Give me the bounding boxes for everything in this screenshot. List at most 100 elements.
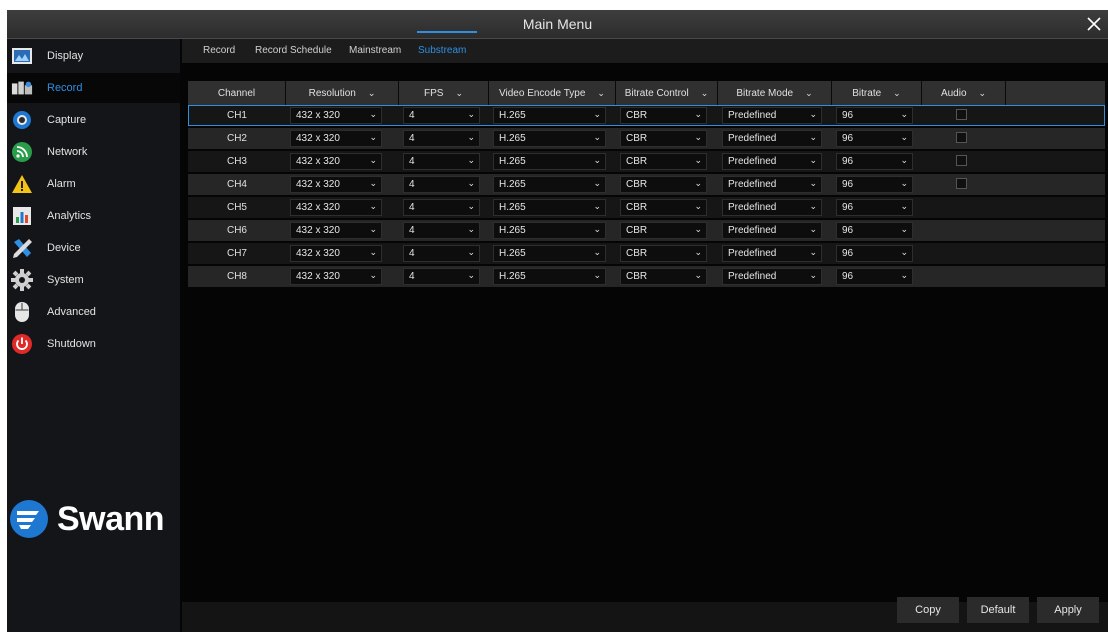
table-row[interactable]: CH6 432 x 320 ⌄ 4 ⌄ H.265 ⌄ CBR ⌄ Predefined ⌄ 96 ⌄ [188,220,1105,241]
device-icon [11,237,33,259]
video-encode-type-select[interactable]: H.265 ⌄ [493,153,606,170]
resolution-select[interactable]: 432 x 320 ⌄ [290,222,382,239]
fps-select[interactable]: 4 ⌄ [403,245,480,262]
channel-label: CH8 [226,271,247,282]
record-icon [11,77,33,99]
default-button[interactable]: Default [967,597,1029,623]
chevron-down-icon: ⌄ [809,109,817,119]
apply-button[interactable]: Apply [1037,597,1099,623]
copy-button[interactable]: Copy [897,597,959,623]
table-row[interactable]: CH1 432 x 320 ⌄ 4 ⌄ H.265 ⌄ CBR ⌄ Predefined ⌄ 96 ⌄ [188,105,1105,126]
bitrate-mode-select[interactable]: Predefined ⌄ [722,245,822,262]
bitrate-mode-select[interactable]: Predefined ⌄ [722,222,822,239]
bitrate-select[interactable]: 96 ⌄ [836,153,913,170]
bitrate-select[interactable]: 96 ⌄ [836,268,913,285]
bitrate-control-select[interactable]: CBR ⌄ [620,107,707,124]
bitrate-mode-select[interactable]: Predefined ⌄ [722,153,822,170]
bitrate-control-select[interactable]: CBR ⌄ [620,268,707,285]
bitrate-select[interactable]: 96 ⌄ [836,176,913,193]
video-encode-type-select[interactable]: H.265 ⌄ [493,222,606,239]
tab-record[interactable]: Record [203,45,235,56]
table-row[interactable]: CH2 432 x 320 ⌄ 4 ⌄ H.265 ⌄ CBR ⌄ Predefined ⌄ 96 ⌄ [188,128,1105,149]
bitrate-select[interactable]: 96 ⌄ [836,245,913,262]
bitrate-mode-select-value: Predefined [728,271,777,282]
resolution-select[interactable]: 432 x 320 ⌄ [290,153,382,170]
fps-select[interactable]: 4 ⌄ [403,107,480,124]
bitrate-mode-select-value: Predefined [728,133,777,144]
bitrate-mode-select[interactable]: Predefined ⌄ [722,107,822,124]
bitrate-select[interactable]: 96 ⌄ [836,107,913,124]
sidebar-item-advanced[interactable]: Advanced [7,297,180,327]
sidebar-item-display[interactable]: Display [7,41,180,71]
sidebar-item-shutdown[interactable]: Shutdown [7,329,180,359]
sidebar-item-record[interactable]: Record [7,73,180,103]
tab-substream[interactable]: Substream [418,45,466,56]
video-encode-type-select[interactable]: H.265 ⌄ [493,245,606,262]
table-row[interactable]: CH7 432 x 320 ⌄ 4 ⌄ H.265 ⌄ CBR ⌄ Predefined ⌄ 96 ⌄ [188,243,1105,264]
bitrate-control-select[interactable]: CBR ⌄ [620,245,707,262]
bitrate-select[interactable]: 96 ⌄ [836,130,913,147]
fps-select[interactable]: 4 ⌄ [403,199,480,216]
resolution-select[interactable]: 432 x 320 ⌄ [290,176,382,193]
table-row[interactable]: CH3 432 x 320 ⌄ 4 ⌄ H.265 ⌄ CBR ⌄ Predefined ⌄ 96 ⌄ [188,151,1105,172]
resolution-select[interactable]: 432 x 320 ⌄ [290,245,382,262]
sidebar-item-device[interactable]: Device [7,233,180,263]
bitrate-mode-select[interactable]: Predefined ⌄ [722,199,822,216]
video-encode-type-select[interactable]: H.265 ⌄ [493,130,606,147]
bitrate-mode-select-value: Predefined [728,110,777,121]
chevron-down-icon: ⌄ [900,132,908,142]
column-header-bitrate-control[interactable]: Bitrate Control ⌄ [616,81,718,105]
sidebar-item-capture[interactable]: Capture [7,105,180,135]
sidebar-item-label: Network [47,146,88,158]
bitrate-mode-select[interactable]: Predefined ⌄ [722,130,822,147]
bitrate-control-select[interactable]: CBR ⌄ [620,130,707,147]
resolution-select[interactable]: 432 x 320 ⌄ [290,107,382,124]
bitrate-control-select[interactable]: CBR ⌄ [620,199,707,216]
chevron-down-icon: ⌄ [809,270,817,280]
audio-checkbox[interactable] [956,132,967,143]
sidebar-item-network[interactable]: Network [7,137,180,167]
fps-select[interactable]: 4 ⌄ [403,222,480,239]
column-header-audio[interactable]: Audio ⌄ [922,81,1006,105]
fps-select[interactable]: 4 ⌄ [403,153,480,170]
bitrate-mode-select[interactable]: Predefined ⌄ [722,176,822,193]
bitrate-select[interactable]: 96 ⌄ [836,222,913,239]
column-header-resolution[interactable]: Resolution ⌄ [286,81,399,105]
video-encode-type-select[interactable]: H.265 ⌄ [493,107,606,124]
table-row[interactable]: CH5 432 x 320 ⌄ 4 ⌄ H.265 ⌄ CBR ⌄ Predefined ⌄ 96 ⌄ [188,197,1105,218]
fps-select[interactable]: 4 ⌄ [403,268,480,285]
fps-select[interactable]: 4 ⌄ [403,130,480,147]
chevron-down-icon: ⌄ [593,247,601,257]
resolution-select[interactable]: 432 x 320 ⌄ [290,130,382,147]
bitrate-control-select[interactable]: CBR ⌄ [620,222,707,239]
resolution-select[interactable]: 432 x 320 ⌄ [290,199,382,216]
close-button[interactable] [1082,12,1106,36]
sidebar-item-system[interactable]: System [7,265,180,295]
bitrate-control-select[interactable]: CBR ⌄ [620,176,707,193]
sidebar-item-alarm[interactable]: Alarm [7,169,180,199]
bitrate-control-select[interactable]: CBR ⌄ [620,153,707,170]
table-row[interactable]: CH4 432 x 320 ⌄ 4 ⌄ H.265 ⌄ CBR ⌄ Predefined ⌄ 96 ⌄ [188,174,1105,195]
column-header-video-encode-type[interactable]: Video Encode Type ⌄ [489,81,616,105]
column-header-bitrate-mode[interactable]: Bitrate Mode ⌄ [718,81,832,105]
video-encode-type-select[interactable]: H.265 ⌄ [493,199,606,216]
audio-checkbox[interactable] [956,155,967,166]
video-encode-type-select[interactable]: H.265 ⌄ [493,268,606,285]
chevron-down-icon: ⌄ [893,87,901,98]
fps-select[interactable]: 4 ⌄ [403,176,480,193]
bitrate-mode-select[interactable]: Predefined ⌄ [722,268,822,285]
sidebar-item-label: Analytics [47,210,92,222]
sidebar-item-analytics[interactable]: Analytics [7,201,180,231]
resolution-select[interactable]: 432 x 320 ⌄ [290,268,382,285]
audio-checkbox[interactable] [956,178,967,189]
bitrate-control-select-value: CBR [626,133,648,144]
video-encode-type-select[interactable]: H.265 ⌄ [493,176,606,193]
bitrate-select[interactable]: 96 ⌄ [836,199,913,216]
audio-checkbox[interactable] [956,109,967,120]
tab-mainstream[interactable]: Mainstream [349,45,401,56]
resolution-select-value: 432 x 320 [296,225,340,236]
column-header-bitrate[interactable]: Bitrate ⌄ [832,81,922,105]
table-row[interactable]: CH8 432 x 320 ⌄ 4 ⌄ H.265 ⌄ CBR ⌄ Predefined ⌄ 96 ⌄ [188,266,1105,287]
tab-record-schedule[interactable]: Record Schedule [255,45,332,56]
column-header-fps[interactable]: FPS ⌄ [399,81,489,105]
